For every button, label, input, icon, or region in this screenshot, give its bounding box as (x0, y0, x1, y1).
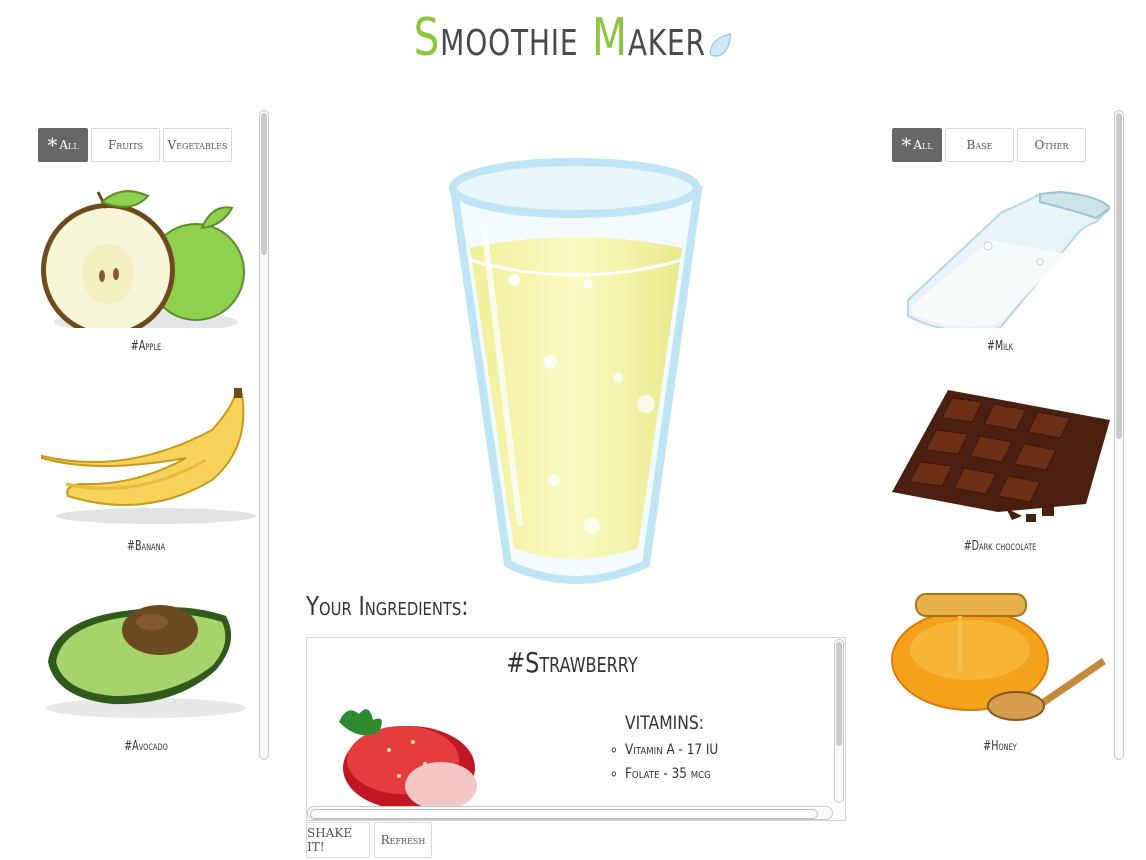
left-ingredient-panel: * All Fruits Vegetables #Apple #Banana #… (36, 110, 272, 762)
vitamin-item: Vitamin A - 17 IU (625, 742, 718, 758)
milk-bottle-icon (907, 190, 1112, 333)
ingredient-label: #Dark chocolate (963, 539, 1037, 554)
filter-other-button[interactable]: Other (1017, 128, 1086, 162)
scrollbar-thumb[interactable] (1116, 113, 1122, 439)
ingredient-label: #Milk (986, 339, 1014, 354)
honey-pot-icon (891, 593, 1106, 721)
strawberry-icon (339, 709, 477, 810)
vitamins-title: VITAMINS: (625, 712, 705, 734)
smoothie-glass (442, 156, 708, 596)
ingredient-label: #Honey (983, 739, 1017, 754)
action-buttons: SHAKE IT! Refresh (306, 822, 432, 858)
ingredient-label: #Apple (130, 339, 162, 354)
ingredient-label: #Avocado (124, 739, 168, 754)
refresh-button[interactable]: Refresh (374, 822, 432, 858)
filter-vegetables-button[interactable]: Vegetables (163, 128, 232, 162)
shake-it-button[interactable]: SHAKE IT! (306, 822, 370, 858)
ingredient-label: #Banana (126, 539, 166, 554)
scrollbar-thumb[interactable] (261, 113, 267, 255)
ingredient-milk[interactable]: #Milk (890, 188, 1112, 354)
filter-base-button[interactable]: Base (945, 128, 1014, 162)
ingredient-banana[interactable]: #Banana (36, 388, 256, 554)
ingredient-name: #Strawberry (506, 646, 638, 679)
right-panel-scrollbar[interactable] (1114, 110, 1124, 760)
asterisk-icon: * (901, 133, 912, 157)
avocado-icon (46, 605, 246, 718)
droplet-icon (709, 3, 732, 79)
glass-icon (449, 158, 703, 584)
scrollbar-thumb[interactable] (310, 809, 818, 819)
ingredient-avocado[interactable]: #Avocado (36, 588, 256, 754)
ingredient-honey[interactable]: #Honey (890, 588, 1110, 754)
ingredients-vertical-scrollbar[interactable] (834, 639, 844, 803)
app-title: Smoothie Maker (126, 0, 1020, 80)
right-ingredient-panel: * All Base Other #Milk #Dark chocolate #… (890, 110, 1130, 762)
ingredients-horizontal-scrollbar[interactable] (307, 806, 833, 820)
vitamin-item: Folate - 35 mcg (625, 766, 718, 782)
chocolate-icon (892, 390, 1110, 522)
vitamins-list: Vitamin A - 17 IU Folate - 35 mcg (605, 742, 733, 790)
ingredient-dark-chocolate[interactable]: #Dark chocolate (890, 388, 1110, 554)
ingredients-heading: Your Ingredients: (306, 592, 469, 622)
filter-all-button[interactable]: * All (38, 128, 88, 162)
apple-icon (41, 190, 245, 337)
right-filter-bar: * All Base Other (892, 128, 1086, 162)
filter-all-button[interactable]: * All (892, 128, 942, 162)
scrollbar-thumb[interactable] (836, 642, 842, 746)
filter-fruits-button[interactable]: Fruits (91, 128, 160, 162)
left-filter-bar: * All Fruits Vegetables (38, 128, 232, 162)
ingredients-list-box: #Strawberry VITAMINS: Vitamin A - 17 IU … (306, 637, 846, 821)
banana-icon (41, 388, 256, 524)
asterisk-icon: * (47, 133, 58, 157)
left-panel-scrollbar[interactable] (259, 110, 269, 760)
ingredient-apple[interactable]: #Apple (36, 188, 256, 354)
